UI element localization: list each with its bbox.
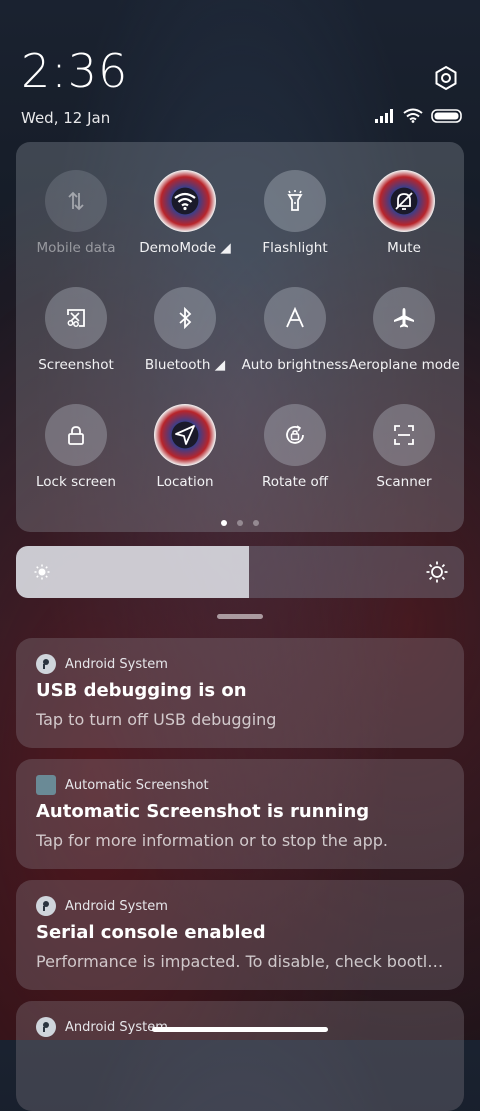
quick-settings-panel: Mobile data DemoMode ◢ Flashlight Mute S… [16,142,464,532]
android-system-icon [36,1017,56,1037]
automatic-screenshot-icon [36,775,56,795]
notification-app: Android System [36,654,168,674]
tile-location[interactable]: Location [130,404,240,490]
tile-flashlight[interactable]: Flashlight [240,170,350,256]
page-dot[interactable] [253,520,259,526]
tile-auto-brightness[interactable]: Auto brightness [240,287,350,373]
tile-label: Mobile data [36,240,116,256]
date: Wed, 12 Jan [21,109,111,127]
tile-label: Lock screen [36,474,116,490]
tile-label: DemoMode ◢ [130,240,240,256]
flashlight-icon [264,170,326,232]
notification-body: Performance is impacted. To disable, che… [36,952,446,971]
notification-card[interactable]: Android System [16,1001,464,1111]
screenshot-icon [45,287,107,349]
page-dot-active[interactable] [221,520,227,526]
tile-label: Scanner [376,474,432,490]
expand-arrow-icon: ◢ [220,240,231,256]
notification-app-name: Automatic Screenshot [65,777,209,793]
mobile-data-icon [45,170,107,232]
status-bar-icons [375,108,462,127]
tile-label: Rotate off [261,474,329,490]
notification-card[interactable]: Android System Serial console enabled Pe… [16,880,464,990]
expand-arrow-icon: ◢ [214,357,226,373]
brightness-low-icon [34,564,50,584]
tile-aeroplane-mode[interactable]: Aeroplane mode [349,287,460,373]
tile-label-text: Bluetooth [144,357,211,373]
airplane-icon [373,287,435,349]
tile-label: Flashlight [262,240,328,256]
tile-demo-mode[interactable]: DemoMode ◢ [130,170,240,256]
notification-app-name: Android System [65,656,168,672]
notification-app: Automatic Screenshot [36,775,209,795]
page-indicator [16,520,464,526]
auto-brightness-icon [264,287,326,349]
brightness-slider[interactable] [16,546,464,598]
tile-label: Auto brightness [241,357,349,373]
lock-icon [45,404,107,466]
android-system-icon [36,654,56,674]
tile-label: Bluetooth ◢ [130,357,240,373]
brightness-high-icon [426,561,448,587]
notification-card[interactable]: Android System USB debugging is on Tap t… [16,638,464,748]
battery-icon [431,108,462,127]
location-icon [154,404,216,466]
home-gesture-bar[interactable] [152,1027,328,1032]
notification-title: Automatic Screenshot is running [36,801,370,822]
brightness-fill [16,546,249,598]
page-dot[interactable] [237,520,243,526]
tile-label: Aeroplane mode [349,357,460,373]
tile-rotate-off[interactable]: Rotate off [240,404,350,490]
tile-bluetooth[interactable]: Bluetooth ◢ [130,287,240,373]
panel-drag-handle[interactable] [217,614,263,619]
scanner-icon [373,404,435,466]
notification-title: USB debugging is on [36,680,247,701]
signal-icon [375,108,395,127]
notification-app: Android System [36,896,168,916]
tile-mobile-data[interactable]: Mobile data [21,170,131,256]
notification-body: Tap for more information or to stop the … [36,831,389,850]
android-system-icon [36,896,56,916]
notification-title: Serial console enabled [36,922,266,943]
wifi-icon [154,170,216,232]
tile-label: Location [156,474,214,490]
tile-mute[interactable]: Mute [349,170,459,256]
notification-body: Tap to turn off USB debugging [36,710,277,729]
tile-screenshot[interactable]: Screenshot [21,287,131,373]
bluetooth-icon [154,287,216,349]
tile-lock-screen[interactable]: Lock screen [21,404,131,490]
tile-scanner[interactable]: Scanner [349,404,459,490]
notification-card[interactable]: Automatic Screenshot Automatic Screensho… [16,759,464,869]
wifi-status-icon [403,108,423,127]
rotate-lock-icon [264,404,326,466]
notification-app: Android System [36,1017,168,1037]
tile-label: Mute [387,240,421,256]
clock: 2:36 [21,44,129,98]
notification-app-name: Android System [65,898,168,914]
tile-label: Screenshot [38,357,114,373]
tile-label-text: DemoMode [139,240,217,256]
settings-icon[interactable] [433,65,459,91]
mute-icon [373,170,435,232]
